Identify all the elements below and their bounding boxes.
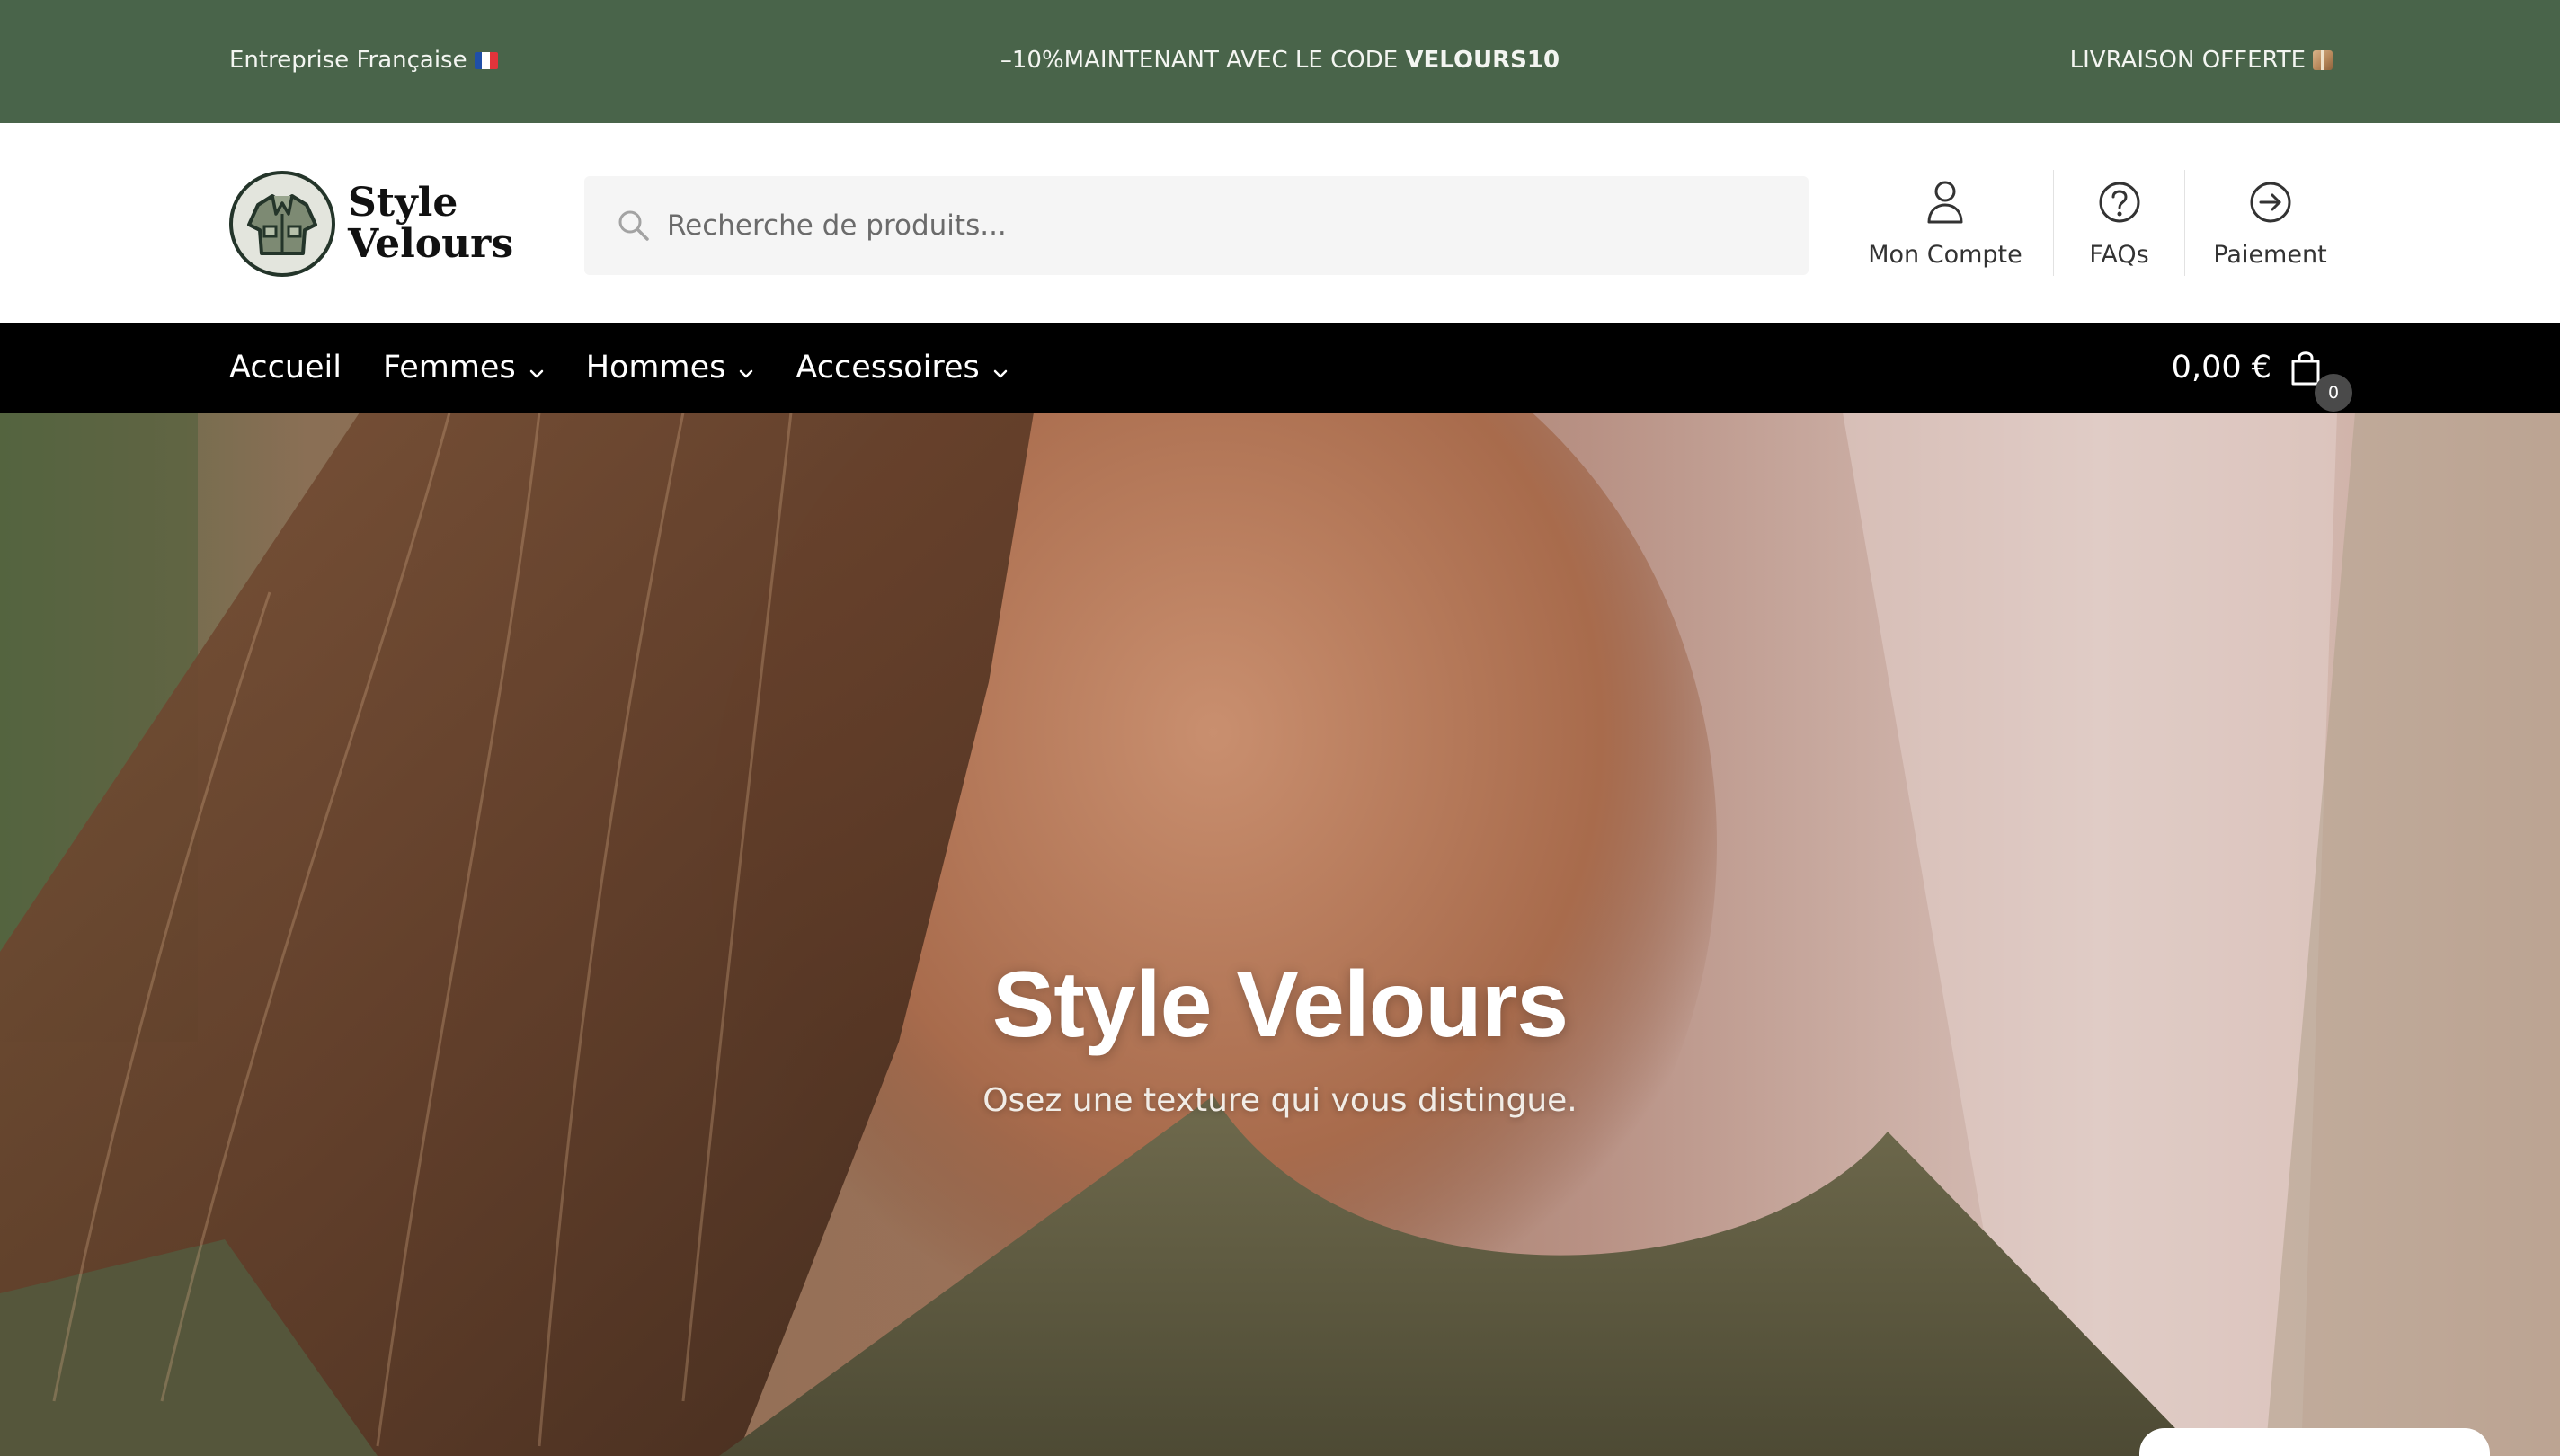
nav-item-label: Accessoires [796,350,980,386]
site-header: Style Velours Mon Compte [0,123,2560,323]
nav-item-accessoires[interactable]: Accessoires [796,348,1008,387]
nav-item-accueil[interactable]: Accueil [229,350,342,386]
package-icon [2313,50,2333,70]
nav-item-label: Accueil [229,350,342,386]
logo-line-1: Style [348,180,458,226]
user-icon [1924,179,1966,232]
logo-line-2: Velours [348,221,514,267]
nav-item-hommes[interactable]: Hommes [586,348,755,387]
account-link[interactable]: Mon Compte [1837,170,2053,276]
hero-photo [0,413,2560,1456]
chevron-down-icon [992,351,1009,387]
shirt-logo-icon [229,171,335,277]
question-icon [2097,179,2142,232]
promo-code: VELOURS10 [1405,47,1560,74]
chevron-down-icon [738,351,754,387]
hero-title: Style Velours [991,953,1569,1057]
account-label: Mon Compte [1868,241,2022,269]
logo-text: Style Velours [348,182,513,265]
faqs-label: FAQs [2089,241,2149,269]
chat-widget[interactable] [2139,1428,2490,1456]
faqs-link[interactable]: FAQs [2053,170,2184,276]
main-nav: Accueil Femmes Hommes Accessoires 0,00 € [0,323,2560,413]
nav-item-label: Femmes [382,350,516,386]
cart-button[interactable]: 0,00 € 0 [2171,323,2352,413]
hero-subtitle: Osez une texture qui vous distingue. [982,1082,1578,1119]
search-input[interactable] [667,176,1782,275]
nav-item-femmes[interactable]: Femmes [383,348,545,387]
checkout-label: Paiement [2213,241,2327,269]
chevron-down-icon [529,351,545,387]
search-icon[interactable] [617,209,651,247]
nav-item-label: Hommes [585,350,726,386]
cart-total: 0,00 € [2171,350,2271,386]
promo-right-text: LIVRAISON OFFERTE [2069,47,2306,74]
cart-count-badge: 0 [2315,374,2352,412]
search-bar [584,176,1809,275]
promo-center-text: –10%MAINTENANT AVEC LE CODE [1000,47,1406,74]
shopping-bag-icon: 0 [2288,349,2352,412]
checkout-link[interactable]: Paiement [2184,170,2355,276]
site-logo[interactable]: Style Velours [229,170,513,278]
promo-right: LIVRAISON OFFERTE [2070,47,2333,74]
promo-bar: Entreprise Française –10%MAINTENANT AVEC… [0,0,2560,123]
header-links: Mon Compte FAQs Paiement [1837,170,2355,276]
nav-menu: Accueil Femmes Hommes Accessoires [229,323,1050,413]
arrow-circle-right-icon [2248,179,2293,232]
hero-banner: Style Velours Osez une texture qui vous … [0,413,2560,1456]
